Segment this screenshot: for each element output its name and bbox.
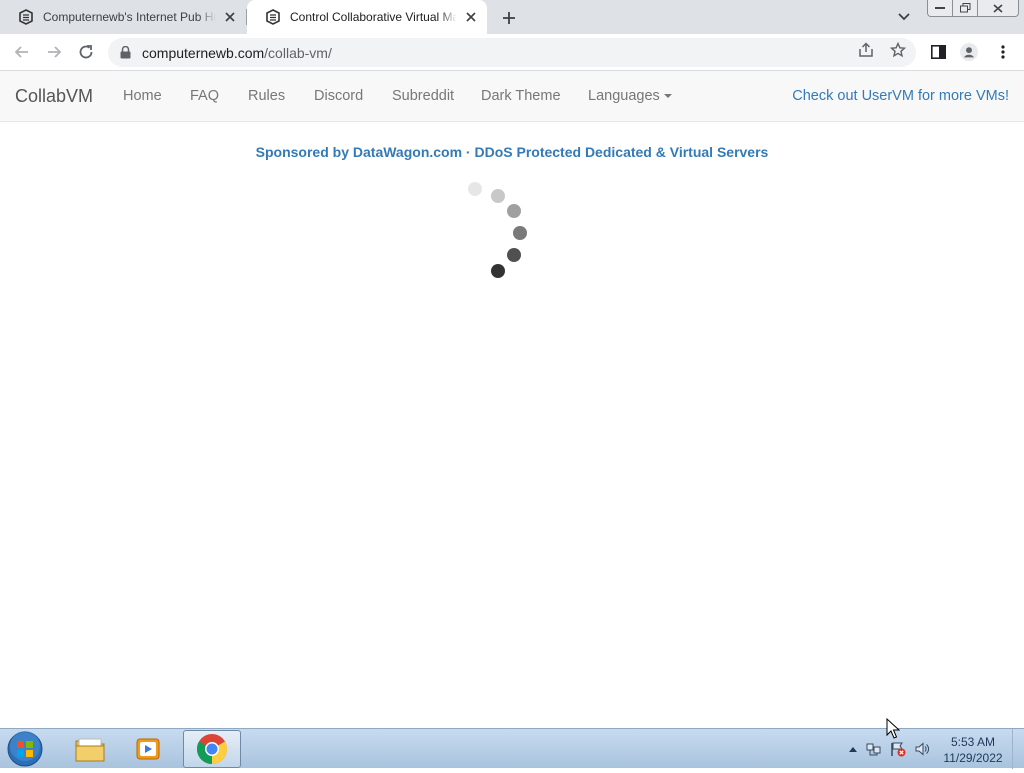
chevron-down-icon — [898, 13, 910, 21]
bookmark-button[interactable] — [889, 41, 907, 59]
computernewb-favicon-icon — [19, 9, 33, 25]
new-tab-button[interactable] — [498, 7, 520, 29]
site-navbar: CollabVM Home FAQ Rules Discord Subreddi… — [0, 71, 1024, 122]
chevron-up-icon — [849, 747, 857, 752]
back-button[interactable] — [12, 42, 32, 62]
taskbar-clock[interactable]: 5:53 AM 11/29/2022 — [936, 734, 1010, 766]
share-icon — [859, 42, 873, 57]
plus-icon — [503, 12, 515, 24]
forward-button[interactable] — [44, 42, 64, 62]
network-tray-button[interactable] — [866, 741, 882, 757]
nav-rules[interactable]: Rules — [248, 88, 285, 104]
nav-dark-theme[interactable]: Dark Theme — [481, 88, 561, 104]
lock-icon[interactable] — [120, 46, 132, 60]
brand-link[interactable]: CollabVM — [15, 86, 93, 107]
sponsor-link[interactable]: Sponsored by DataWagon.com · DDoS Protec… — [0, 144, 1024, 160]
share-button[interactable] — [857, 41, 875, 59]
nav-home[interactable]: Home — [123, 88, 162, 104]
browser-tab-strip: Computernewb's Internet Pub Hu Control C… — [0, 0, 1024, 34]
loading-spinner-icon — [468, 182, 527, 278]
windows-start-icon — [7, 731, 43, 767]
url-text: computernewb.com/collab-vm/ — [142, 45, 332, 61]
nav-faq[interactable]: FAQ — [190, 88, 219, 104]
reload-button[interactable] — [76, 42, 96, 62]
chrome-icon — [196, 734, 228, 764]
caret-down-icon — [663, 94, 672, 99]
windows-explorer-icon — [75, 738, 105, 762]
nav-languages-dropdown[interactable]: Languages — [588, 88, 672, 104]
taskbar-media-player-button[interactable] — [120, 730, 178, 768]
minimize-icon — [935, 7, 945, 9]
kebab-menu-icon — [1001, 45, 1005, 59]
tab-close-icon[interactable] — [222, 9, 238, 25]
action-center-flag-icon — [891, 742, 906, 757]
tab-computernewb-pub[interactable]: Computernewb's Internet Pub Hu — [0, 0, 246, 34]
volume-tray-button[interactable] — [914, 741, 930, 757]
minimize-button[interactable] — [927, 0, 953, 17]
windows-taskbar: 5:53 AM 11/29/2022 — [0, 728, 1024, 769]
clock-time: 5:53 AM — [950, 735, 996, 749]
address-bar[interactable]: computernewb.com/collab-vm/ — [108, 38, 916, 67]
reload-icon — [79, 45, 93, 59]
tab-search-button[interactable] — [895, 9, 913, 25]
mouse-cursor-icon — [886, 718, 900, 739]
tab-collab-vm[interactable]: Control Collaborative Virtual Ma — [247, 0, 487, 34]
star-icon — [890, 42, 906, 58]
avatar-icon — [960, 43, 978, 61]
languages-label: Languages — [588, 88, 660, 104]
url-host: computernewb.com — [142, 44, 265, 61]
taskbar-chrome-button[interactable] — [183, 730, 241, 768]
show-hidden-icons-button[interactable] — [845, 741, 861, 757]
uservm-link[interactable]: Check out UserVM for more VMs! — [792, 88, 1009, 104]
tab-close-icon[interactable] — [463, 9, 479, 25]
show-desktop-button[interactable] — [1012, 729, 1024, 769]
network-icon — [866, 743, 881, 756]
restore-button[interactable] — [952, 0, 978, 17]
side-panel-button[interactable] — [929, 43, 947, 61]
profile-button[interactable] — [960, 43, 978, 61]
clock-date: 11/29/2022 — [943, 751, 1003, 765]
taskbar-explorer-button[interactable] — [61, 730, 119, 768]
tab-title: Computernewb's Internet Pub Hu — [43, 10, 216, 24]
side-panel-icon — [930, 45, 946, 59]
close-window-button[interactable] — [977, 0, 1019, 17]
action-center-tray-button[interactable] — [890, 741, 906, 757]
arrow-left-icon — [14, 46, 28, 58]
computernewb-favicon-icon — [266, 9, 280, 25]
close-icon — [993, 3, 1003, 13]
start-button[interactable] — [6, 730, 44, 768]
restore-icon — [959, 3, 970, 13]
nav-discord[interactable]: Discord — [314, 88, 363, 104]
volume-icon — [915, 742, 929, 756]
tab-title: Control Collaborative Virtual Ma — [290, 10, 457, 24]
arrow-right-icon — [48, 46, 62, 58]
browser-toolbar: computernewb.com/collab-vm/ — [0, 34, 1024, 71]
nav-subreddit[interactable]: Subreddit — [392, 88, 454, 104]
url-path: /collab-vm/ — [264, 44, 332, 61]
browser-menu-button[interactable] — [994, 43, 1012, 61]
media-player-icon — [136, 738, 160, 760]
